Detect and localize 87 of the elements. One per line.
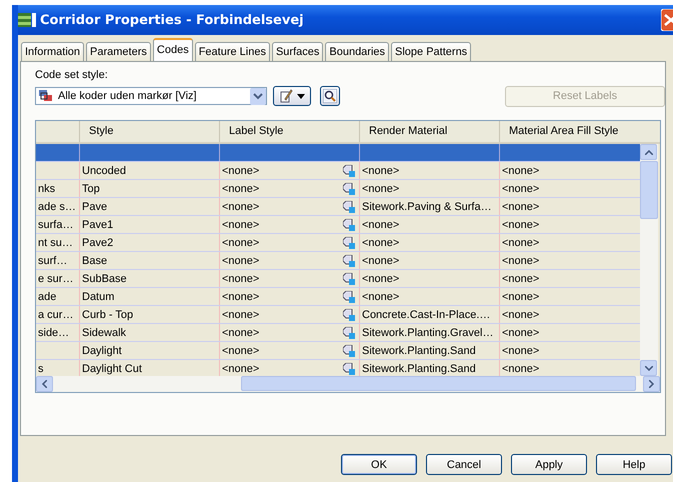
table-cell: <none>: [502, 236, 540, 248]
table-row[interactable]: ade Datum <none> <none> <none>: [36, 288, 640, 306]
table-cell: Pave1: [82, 218, 114, 230]
table-row[interactable]: nt su… Pave2 <none> <none> <none>: [36, 234, 640, 252]
column-header[interactable]: Render Material: [369, 125, 448, 137]
table-cell: Curb - Top: [82, 308, 134, 320]
dialog-button[interactable]: Help: [596, 454, 672, 475]
table-row[interactable]: side… Sidewalk <none> Sitework.Planting.Gravel… <none>: [36, 324, 640, 342]
dialog-button[interactable]: OK: [341, 454, 417, 475]
table-cell: Sidewalk: [82, 326, 126, 338]
table-cell: <none>: [502, 164, 540, 176]
table-cell: <none>: [222, 182, 260, 194]
table-row[interactable]: a cur… Curb - Top <none> Concrete.Cast-In-Place.… <none>: [36, 306, 640, 324]
table-row[interactable]: nks Top <none> <none> <none>: [36, 180, 640, 198]
table-cell: <none>: [502, 344, 540, 356]
table-cell: Sitework.Paving & Surfa…: [362, 200, 492, 212]
table-cell: surf…: [38, 254, 68, 266]
table-cell: Daylight Cut: [82, 362, 142, 374]
dialog-button[interactable]: Cancel: [426, 454, 502, 475]
table-cell: Daylight: [82, 344, 122, 356]
table-cell: <none>: [222, 290, 260, 302]
tab[interactable]: Feature Lines: [194, 42, 270, 61]
table-cell: Pave2: [82, 236, 114, 248]
table-cell: <none>: [362, 164, 400, 176]
table-cell: <none>: [502, 272, 540, 284]
table-cell: nt su…: [38, 236, 73, 248]
table-cell: <none>: [222, 200, 260, 212]
tab[interactable]: Slope Patterns: [391, 42, 472, 61]
table-row[interactable]: Uncoded <none> <none> <none>: [36, 162, 640, 180]
table-cell: <none>: [502, 290, 540, 302]
column-header[interactable]: Style: [89, 125, 114, 137]
table-row[interactable]: ade s… Pave <none> Sitework.Paving & Surfa… <none>: [36, 198, 640, 216]
column-header[interactable]: Label Style: [229, 125, 284, 137]
tab[interactable]: Information: [21, 42, 84, 61]
table-cell: <none>: [502, 182, 540, 194]
table-cell: <none>: [222, 236, 260, 248]
table-cell: Top: [82, 182, 100, 194]
field-label: Code set style:: [35, 69, 109, 83]
table-cell: <none>: [222, 362, 260, 374]
table-cell: <none>: [502, 326, 540, 338]
table-row[interactable]: e sur… SubBase <none> <none> <none>: [36, 270, 640, 288]
table-cell: <none>: [502, 362, 540, 374]
table-cell: <none>: [362, 290, 400, 302]
table-cell: <none>: [502, 308, 540, 320]
table-row[interactable]: Daylight <none> Sitework.Planting.Sand <none>: [36, 342, 640, 360]
table-cell: <none>: [362, 182, 400, 194]
table-cell: ade: [38, 290, 56, 302]
table-cell: <none>: [222, 254, 260, 266]
column-header[interactable]: Material Area Fill Style: [509, 125, 618, 137]
table-cell: <none>: [222, 326, 260, 338]
tab[interactable]: Parameters: [86, 42, 151, 61]
table-cell: Base: [82, 254, 108, 266]
table-cell: <none>: [222, 164, 260, 176]
table-cell: surfa…: [38, 218, 74, 230]
table-cell: Sitework.Planting.Sand: [362, 344, 476, 356]
dialog-button[interactable]: Apply: [511, 454, 587, 475]
tab[interactable]: Boundaries: [325, 42, 390, 61]
table-cell: <none>: [362, 272, 400, 284]
table-cell: <none>: [502, 218, 540, 230]
style-dropdown[interactable]: Alle koder uden markør [Viz]: [35, 87, 267, 105]
table-cell: Sitework.Planting.Gravel…: [362, 326, 494, 338]
table-cell: <none>: [222, 272, 260, 284]
table-cell: <none>: [222, 308, 260, 320]
table-cell: SubBase: [82, 272, 127, 284]
table-cell: Datum: [82, 290, 114, 302]
table-cell: nks: [38, 182, 56, 194]
table-row[interactable]: surfa… Pave1 <none> <none> <none>: [36, 216, 640, 234]
table-cell: <none>: [222, 218, 260, 230]
table-cell: ade s…: [38, 200, 76, 212]
table-row[interactable]: surf… Base <none> <none> <none>: [36, 252, 640, 270]
tab[interactable]: Codes: [152, 38, 193, 61]
window-title: Corridor Properties - Forbindelsevej: [40, 12, 305, 28]
table-cell: <none>: [502, 254, 540, 266]
table-cell: <none>: [362, 254, 400, 266]
table-cell: <none>: [222, 344, 260, 356]
table-cell: Sitework.Planting.Sand: [362, 362, 476, 374]
table-cell: Pave: [82, 200, 108, 212]
table-cell: Concrete.Cast-In-Place.…: [362, 308, 490, 320]
tab[interactable]: Surfaces: [272, 42, 324, 61]
table-cell: a cur…: [38, 308, 74, 320]
table-cell: e sur…: [38, 272, 74, 284]
table-cell: s: [38, 362, 44, 374]
table-cell: side…: [38, 326, 70, 338]
table-cell: <none>: [362, 236, 400, 248]
table-cell: Uncoded: [82, 164, 126, 176]
table-cell: <none>: [362, 218, 400, 230]
table-cell: <none>: [502, 200, 540, 212]
